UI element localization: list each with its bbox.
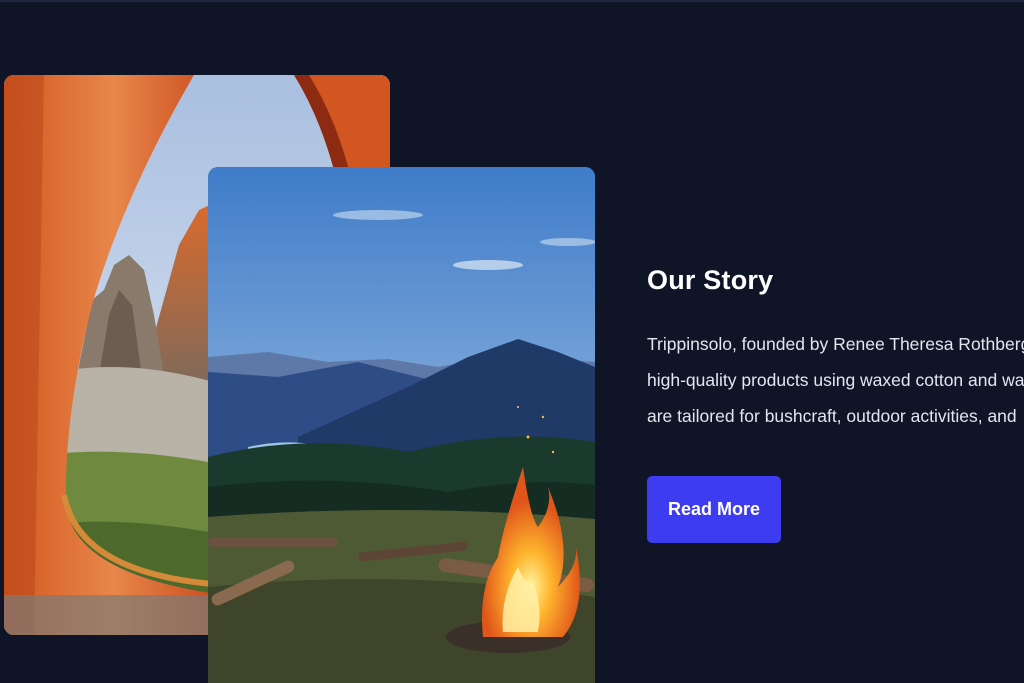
campfire-photo xyxy=(208,167,595,683)
story-line-3: are tailored for bushcraft, outdoor acti… xyxy=(647,406,1017,426)
section-top-border xyxy=(0,0,1024,2)
story-line-1: Trippinsolo, founded by Renee Theresa Ro… xyxy=(647,334,1024,354)
story-line-2: high-quality products using waxed cotton… xyxy=(647,370,1024,390)
read-more-button[interactable]: Read More xyxy=(647,476,781,543)
campfire-illustration xyxy=(208,167,595,683)
story-title: Our Story xyxy=(647,265,774,295)
story-description: Trippinsolo, founded by Renee Theresa Ro… xyxy=(647,326,1024,434)
story-content: Our Story Trippinsolo, founded by Renee … xyxy=(647,262,1024,434)
our-story-section: Our Story Trippinsolo, founded by Renee … xyxy=(0,0,1024,683)
